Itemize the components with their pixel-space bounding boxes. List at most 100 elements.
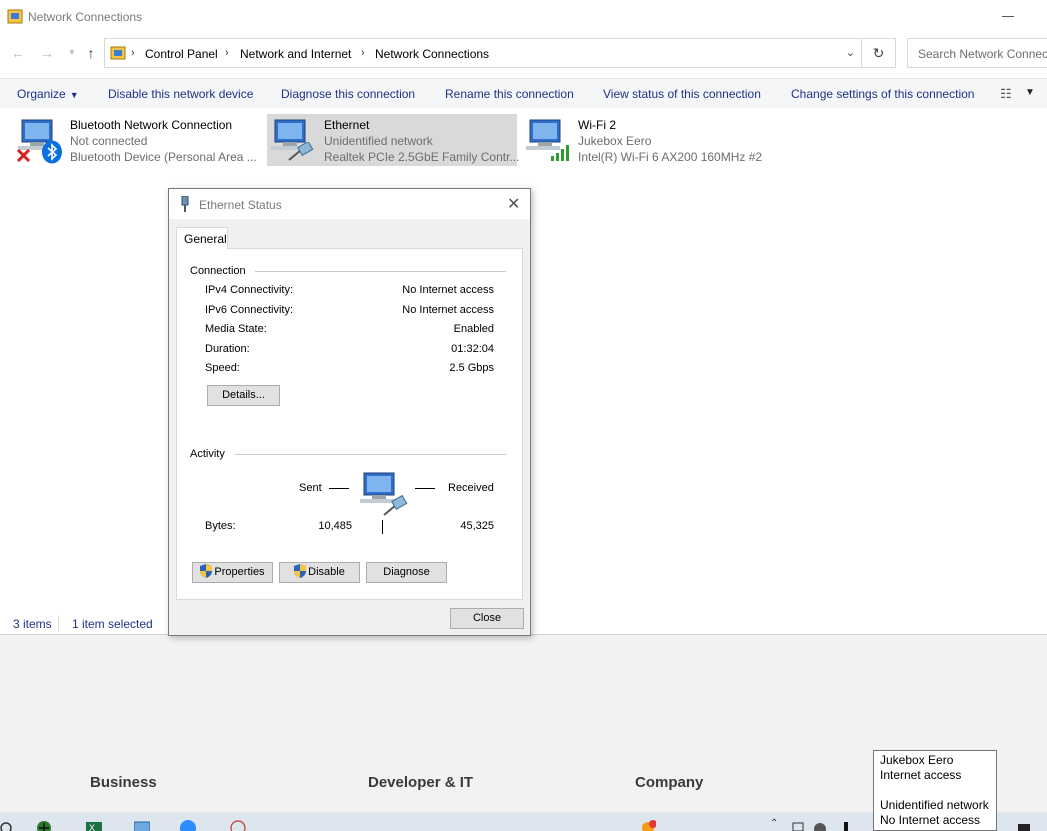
details-button[interactable]: Details...	[207, 385, 280, 406]
bluetooth-icon	[42, 140, 62, 164]
address-bar[interactable]: › Control Panel › Network and Internet ›…	[104, 38, 862, 68]
minimize-button[interactable]	[1002, 16, 1014, 17]
properties-button[interactable]: Properties	[192, 562, 273, 583]
weather-icon[interactable]	[640, 820, 656, 831]
sent-line	[329, 488, 349, 489]
chevron-right-icon: ›	[131, 47, 135, 59]
excel-icon[interactable]: X	[86, 820, 102, 831]
tooltip-ethernet-name: Unidentified network	[880, 798, 989, 812]
tooltip-wifi-status: Internet access	[880, 768, 962, 782]
ipv6-label: IPv6 Connectivity:	[205, 304, 294, 316]
bytes-received-value: 45,325	[460, 520, 494, 532]
close-button[interactable]: Close	[450, 608, 524, 629]
search-icon[interactable]	[0, 820, 16, 831]
rename-connection-button[interactable]: Rename this connection	[445, 87, 574, 101]
general-panel: Connection IPv4 Connectivity: No Interne…	[176, 248, 523, 600]
wifi-signal-icon	[551, 145, 569, 161]
breadcrumb-control-panel[interactable]: Control Panel	[145, 47, 218, 61]
ipv4-value: No Internet access	[402, 284, 494, 296]
duration-label: Duration:	[205, 343, 250, 355]
svg-text:X: X	[89, 823, 95, 831]
change-settings-button[interactable]: Change settings of this connection	[791, 87, 974, 101]
ethernet-cable-icon	[288, 142, 314, 161]
duration-value: 01:32:04	[451, 343, 494, 355]
footer-heading-company[interactable]: Company	[635, 774, 703, 791]
disable-device-button[interactable]: Disable this network device	[108, 87, 253, 101]
network-activity-icon	[360, 472, 408, 516]
activity-divider	[382, 520, 383, 534]
remote-desktop-icon[interactable]	[134, 820, 150, 831]
dialog-title-bar: Ethernet Status ✕	[169, 189, 530, 219]
uac-shield-icon	[294, 564, 307, 578]
refresh-button[interactable]: ↻	[862, 38, 896, 68]
address-dropdown-chevron-icon[interactable]: ⌄	[846, 46, 855, 59]
connection-group-label: Connection	[190, 265, 246, 277]
sent-label: Sent	[299, 482, 322, 494]
connection-item-bluetooth[interactable]: Bluetooth Network Connection Not connect…	[14, 114, 257, 166]
forward-button[interactable]: →	[38, 44, 56, 62]
breadcrumb-network-and-internet[interactable]: Network and Internet	[240, 47, 351, 61]
connection-device: Intel(R) Wi-Fi 6 AX200 160MHz #2	[578, 150, 763, 164]
connection-status: Not connected	[70, 134, 148, 148]
bytes-label: Bytes:	[205, 520, 236, 532]
search-input[interactable]: Search Network Connections	[907, 38, 1047, 68]
breadcrumb-network-connections[interactable]: Network Connections	[375, 47, 489, 61]
tooltip-ethernet-status: No Internet access	[880, 813, 981, 827]
connection-item-ethernet[interactable]: Ethernet Unidentified network Realtek PC…	[267, 114, 519, 166]
group-divider	[255, 271, 506, 272]
connection-name: Wi-Fi 2	[578, 118, 616, 132]
media-state-label: Media State:	[205, 323, 267, 335]
tray-chevron-up-icon[interactable]: ⌃	[770, 818, 786, 829]
group-divider	[235, 454, 506, 455]
properties-label: Properties	[214, 566, 265, 578]
chevron-right-icon: ›	[361, 47, 365, 59]
bytes-sent-value: 10,485	[318, 520, 352, 532]
address-row: ← → ▼ ↑ › Control Panel › Network and In…	[0, 36, 1047, 70]
disable-button[interactable]: Disable	[279, 562, 360, 583]
close-icon[interactable]: ✕	[507, 194, 520, 214]
footer-heading-business[interactable]: Business	[90, 774, 157, 791]
status-bar: 3 items 1 item selected	[0, 615, 165, 633]
diagnose-connection-button[interactable]: Diagnose this connection	[281, 87, 415, 101]
tooltip-wifi-name: Jukebox Eero	[880, 753, 954, 767]
item-count: 3 items	[13, 617, 52, 631]
connection-item-wifi[interactable]: Wi-Fi 2 Jukebox Eero Intel(R) Wi-Fi 6 AX…	[522, 114, 762, 166]
status-divider	[58, 615, 59, 631]
tray-app-icon[interactable]	[790, 820, 806, 831]
tab-general[interactable]: General	[176, 227, 228, 249]
view-status-button[interactable]: View status of this connection	[603, 87, 761, 101]
window-title: Network Connections	[28, 10, 143, 24]
network-tooltip: Jukebox Eero Internet access Unidentifie…	[873, 750, 997, 831]
ipv6-value: No Internet access	[402, 304, 494, 316]
selected-count: 1 item selected	[72, 617, 153, 631]
ipv4-label: IPv4 Connectivity:	[205, 284, 294, 296]
back-button[interactable]: ←	[9, 44, 27, 62]
up-button[interactable]: ↑	[82, 44, 100, 62]
diagnose-button[interactable]: Diagnose	[366, 562, 447, 583]
organize-menu[interactable]: Organize ▼	[17, 87, 79, 101]
disconnected-x-icon	[16, 148, 31, 163]
connection-status: Unidentified network	[324, 134, 433, 148]
footer-heading-developer[interactable]: Developer & IT	[368, 774, 473, 791]
received-label: Received	[448, 482, 494, 494]
recent-locations-chevron-icon[interactable]: ▼	[63, 44, 81, 62]
connection-device: Bluetooth Device (Personal Area ...	[70, 150, 257, 164]
tray-battery-icon[interactable]	[840, 820, 856, 831]
speed-value: 2.5 Gbps	[449, 362, 494, 374]
zoom-icon[interactable]	[180, 820, 196, 831]
app-icon[interactable]	[36, 820, 52, 831]
chevron-right-icon: ›	[225, 47, 229, 59]
control-panel-icon	[110, 46, 126, 60]
disable-label: Disable	[308, 566, 345, 578]
uac-shield-icon	[200, 564, 213, 578]
speed-label: Speed:	[205, 362, 240, 374]
paint-icon[interactable]	[230, 820, 246, 831]
chevron-down-icon: ▼	[69, 90, 79, 100]
command-bar: Organize ▼ Disable this network device Di…	[0, 78, 1047, 108]
view-options-icon[interactable]: ☷	[1000, 86, 1012, 102]
ethernet-plug-icon	[181, 196, 189, 212]
notification-icon[interactable]	[1016, 820, 1032, 831]
tray-network-icon[interactable]	[812, 820, 828, 831]
organize-label: Organize	[17, 87, 66, 101]
view-options-chevron-icon[interactable]: ▼	[1025, 87, 1035, 98]
